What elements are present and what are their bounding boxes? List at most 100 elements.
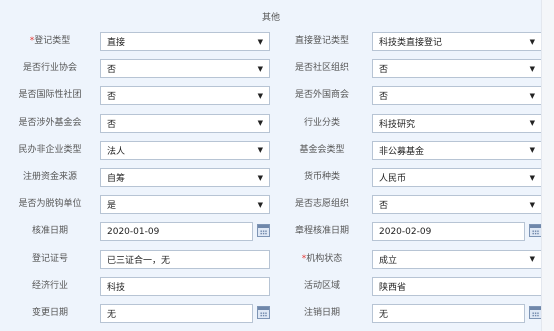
dropdown-caret-icon[interactable]: ▼ [258, 201, 263, 209]
dropdown-caret-icon[interactable]: ▼ [530, 92, 535, 100]
field-value: 否 [107, 65, 117, 76]
select-field[interactable]: 科技类直接登记 ▼ [372, 32, 542, 51]
select-field[interactable]: 科技研究 ▼ [372, 113, 542, 133]
left-label: 民办非企业类型 [0, 137, 100, 164]
field-label-text: 是否志愿组织 [294, 199, 349, 210]
field-value: 法人 [107, 146, 126, 157]
dropdown-caret-icon[interactable]: ▼ [258, 92, 263, 100]
field-label-text: 章程核准日期 [294, 226, 349, 237]
dropdown-caret-icon[interactable]: ▼ [530, 174, 535, 182]
select-field[interactable]: 直接 ▼ [100, 32, 270, 51]
field-value: 2020-02-09 [379, 226, 432, 237]
field-value: 2020-01-09 [107, 226, 160, 237]
field-label-text: 登记证号 [31, 253, 68, 264]
field-value: 否 [379, 92, 389, 103]
field-value: 科技研究 [379, 119, 416, 130]
right-label: *机构状态 [272, 246, 372, 273]
text-field[interactable]: 已三证合一，无 [100, 249, 270, 269]
field-value: 否 [107, 92, 117, 103]
select-field[interactable]: 是 ▼ [100, 195, 270, 215]
select-field[interactable]: 否 ▼ [100, 113, 270, 133]
dropdown-caret-icon[interactable]: ▼ [530, 119, 535, 127]
calendar-icon[interactable] [257, 306, 270, 319]
field-label-text: 行业分类 [303, 117, 340, 128]
field-label-text: 核准日期 [31, 226, 68, 237]
form-row: 注册资金来源 自筹 ▼ 货币种类 人民币 ▼ [0, 164, 542, 191]
field-label-text: 变更日期 [31, 308, 68, 318]
dropdown-caret-icon[interactable]: ▼ [530, 38, 535, 46]
calendar-icon[interactable] [257, 224, 270, 238]
select-field[interactable]: 否 ▼ [372, 195, 542, 215]
field-value: 科技类直接登记 [379, 38, 443, 48]
left-label: 是否涉外基金会 [0, 110, 100, 137]
right-label: 是否社区组织 [272, 55, 372, 82]
scrollbar[interactable] [541, 0, 554, 331]
field-value: 成立 [379, 255, 398, 266]
form-row: 民办非企业类型 法人 ▼ 基金会类型 非公募基金 ▼ [0, 137, 542, 164]
left-label: 是否行业协会 [0, 55, 100, 82]
right-label: 货币种类 [272, 164, 372, 191]
field-value: 人民币 [379, 174, 407, 184]
left-label: 是否国际性社团 [0, 82, 100, 109]
field-label-text: 是否涉外基金会 [18, 117, 82, 128]
select-field[interactable]: 否 ▼ [372, 86, 542, 106]
field-value: 已三证合一，无 [107, 255, 171, 266]
form-row: 变更日期 无 注销日期 无 [0, 300, 542, 327]
right-label: 是否外国商会 [272, 82, 372, 109]
right-label: 直接登记类型 [272, 28, 372, 55]
select-field[interactable]: 成立 ▼ [372, 249, 542, 269]
dropdown-caret-icon[interactable]: ▼ [530, 255, 535, 263]
select-field[interactable]: 自筹 ▼ [100, 168, 270, 187]
right-label: 行业分类 [272, 110, 372, 137]
dropdown-caret-icon[interactable]: ▼ [258, 38, 263, 46]
select-field[interactable]: 否 ▼ [372, 59, 542, 79]
dropdown-caret-icon[interactable]: ▼ [258, 65, 263, 73]
date-field[interactable]: 2020-02-09 [372, 222, 525, 242]
dropdown-caret-icon[interactable]: ▼ [530, 65, 535, 73]
form-row: 核准日期 2020-01-09 章程核准日期 2020-02-09 [0, 218, 542, 245]
field-label-text: 民办非企业类型 [18, 144, 82, 155]
right-label: 基金会类型 [272, 137, 372, 164]
field-value: 自筹 [107, 174, 126, 184]
field-label-text: 是否为脱钩单位 [18, 199, 82, 210]
text-field[interactable]: 科技 [100, 276, 270, 296]
field-label-text: 机构状态 [306, 253, 343, 264]
left-label: 经济行业 [0, 273, 100, 300]
field-value: 科技 [107, 282, 126, 293]
dropdown-caret-icon[interactable]: ▼ [258, 119, 263, 127]
field-value: 陕西省 [379, 282, 407, 293]
date-field[interactable]: 2020-01-09 [100, 222, 253, 242]
field-label-text: 注销日期 [303, 308, 340, 318]
dropdown-caret-icon[interactable]: ▼ [530, 146, 535, 154]
left-label: 登记证号 [0, 246, 100, 273]
field-label-text: 注册资金来源 [22, 172, 77, 182]
form-row: *登记类型 直接 ▼ 直接登记类型 科技类直接登记 ▼ [0, 28, 542, 55]
field-label-text: 是否外国商会 [294, 90, 349, 101]
field-label-text: 活动区域 [303, 280, 340, 291]
date-field[interactable]: 无 [372, 304, 525, 323]
right-label: 活动区域 [272, 273, 372, 300]
section-title: 其他 [261, 12, 280, 23]
dropdown-caret-icon[interactable]: ▼ [258, 146, 263, 154]
left-label: 是否为脱钩单位 [0, 191, 100, 218]
form-row: 是否涉外基金会否 ▼ 行业分类 科技研究 ▼ [0, 110, 542, 137]
select-field[interactable]: 法人 ▼ [100, 140, 270, 160]
select-field[interactable]: 人民币 ▼ [372, 168, 542, 187]
date-field[interactable]: 无 [100, 304, 253, 323]
form-row: 登记证号 已三证合一，无 *机构状态 成立 ▼ [0, 246, 542, 273]
form-row: 是否为脱钩单位是 ▼ 是否志愿组织否 ▼ [0, 191, 542, 218]
field-label-text: 是否社区组织 [294, 63, 349, 74]
select-field[interactable]: 否 ▼ [100, 86, 270, 106]
select-field[interactable]: 非公募基金 ▼ [372, 140, 542, 160]
left-label: 变更日期 [0, 300, 100, 327]
text-field[interactable]: 陕西省 [372, 276, 542, 296]
field-label-text: 货币种类 [303, 172, 340, 182]
field-value: 是 [107, 201, 117, 212]
field-label-text: 直接登记类型 [294, 36, 349, 46]
dropdown-caret-icon[interactable]: ▼ [258, 174, 263, 182]
field-label-text: 基金会类型 [299, 144, 345, 155]
left-label: *登记类型 [0, 28, 100, 55]
dropdown-caret-icon[interactable]: ▼ [530, 201, 535, 209]
select-field[interactable]: 否 ▼ [100, 59, 270, 79]
field-value: 否 [107, 119, 117, 130]
